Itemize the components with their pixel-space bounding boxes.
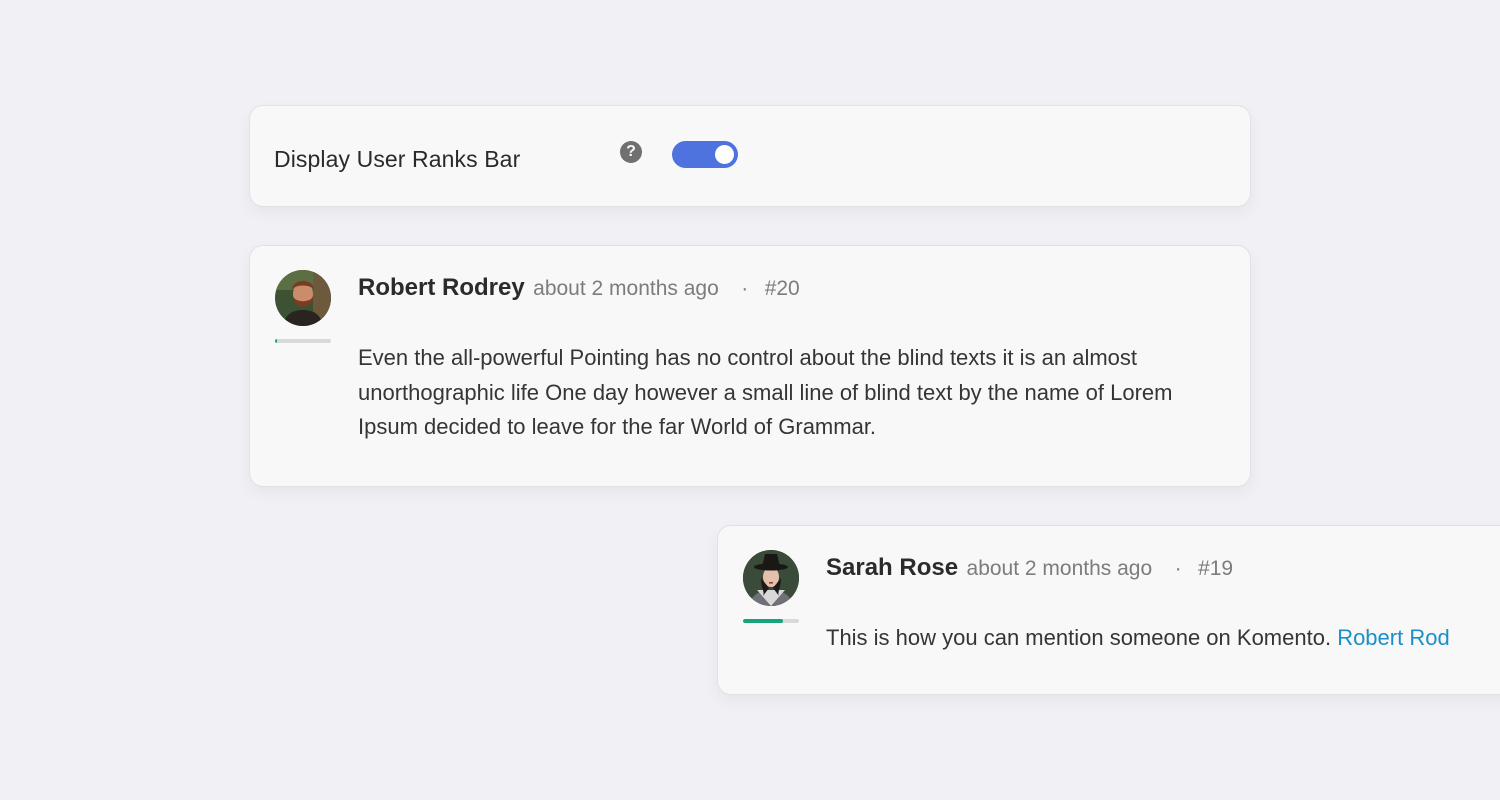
separator-dot: · xyxy=(741,277,749,300)
comment-body: Even the all-powerful Pointing has no co… xyxy=(358,345,1173,439)
comment-text: This is how you can mention someone on K… xyxy=(826,625,1332,650)
comment-permalink[interactable]: #20 xyxy=(765,277,800,300)
separator-dot: · xyxy=(1174,557,1182,580)
settings-card: Display User Ranks Bar ? xyxy=(249,105,1251,207)
comment-card: Robert Rodrey about 2 months ago · #20 E… xyxy=(249,245,1251,487)
avatar[interactable] xyxy=(743,550,799,606)
rank-bar-fill xyxy=(275,339,278,343)
comment-time[interactable]: about 2 months ago xyxy=(533,277,719,300)
author-name[interactable]: Robert Rodrey xyxy=(358,274,525,301)
comment-time[interactable]: about 2 months ago xyxy=(967,557,1153,580)
author-name[interactable]: Sarah Rose xyxy=(826,554,958,581)
avatar[interactable] xyxy=(275,270,331,326)
toggle-knob xyxy=(715,145,734,164)
rank-bar-fill xyxy=(743,619,783,623)
comment-header: Sarah Rose about 2 months ago · #19 xyxy=(826,554,1233,582)
comment-permalink[interactable]: #19 xyxy=(1198,557,1233,580)
rank-bar xyxy=(275,339,331,343)
ranks-bar-toggle[interactable] xyxy=(672,141,738,168)
setting-label: Display User Ranks Bar xyxy=(274,146,521,172)
rank-bar xyxy=(743,619,799,623)
comment-card: Sarah Rose about 2 months ago · #19 This… xyxy=(717,525,1500,695)
user-mention-link[interactable]: Robert Rod xyxy=(1337,625,1450,650)
comment-header: Robert Rodrey about 2 months ago · #20 xyxy=(358,274,800,302)
comment-body: This is how you can mention someone on K… xyxy=(826,621,1450,656)
question-circle-icon[interactable]: ? xyxy=(620,141,642,163)
